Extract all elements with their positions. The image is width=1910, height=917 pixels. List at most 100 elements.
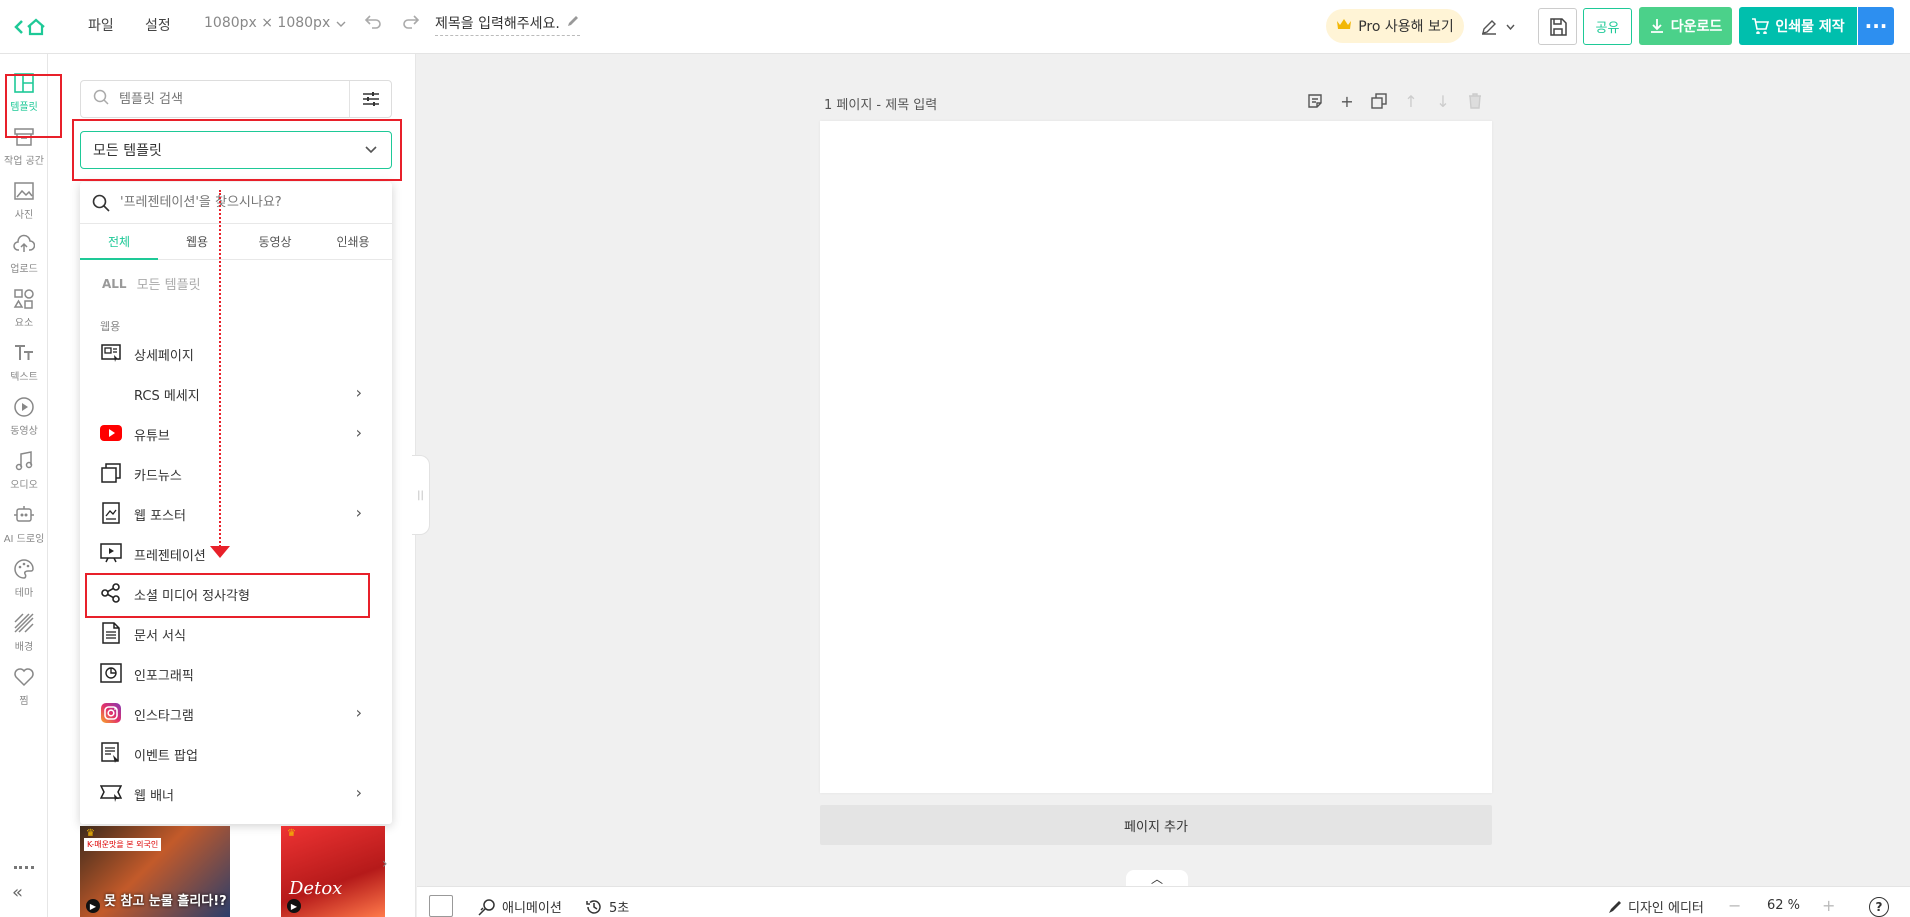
dropdown-search-input[interactable]	[118, 194, 378, 211]
zoom-out-button[interactable]: −	[1728, 896, 1741, 915]
category-presentation[interactable]: 프레젠테이션	[80, 538, 392, 568]
collapse-sidebar-button[interactable]: «	[12, 882, 23, 903]
sidebar-item-text[interactable]: 텍스트	[0, 338, 48, 396]
thumbnail-caption: 못 참고 눈물 흘리다!?	[104, 894, 227, 909]
tab-web[interactable]: 웹용	[158, 224, 236, 259]
tool-sidebar: 템플릿 작업 공간 사진 업로드 요소 텍스트 동영상 오디오 AI 드로잉 테…	[0, 54, 48, 917]
sidebar-label: 배경	[14, 642, 34, 653]
duplicate-page-icon[interactable]	[1370, 92, 1388, 110]
pro-trial-button[interactable]: Pro 사용해 보기	[1326, 9, 1464, 43]
page-title[interactable]: 1 페이지 - 제목 입력	[824, 94, 937, 113]
category-web-poster[interactable]: 웹 포스터 ›	[80, 498, 392, 528]
animation-label: 애니메이션	[502, 901, 562, 916]
add-page-icon[interactable]: +	[1338, 92, 1356, 111]
annotation-arrow-head	[210, 546, 230, 558]
category-social-media-square[interactable]: 소셜 미디어 정사각형	[80, 578, 392, 608]
sidebar-item-templates[interactable]: 템플릿	[0, 68, 48, 126]
share-button[interactable]: 공유	[1583, 8, 1632, 45]
category-web-banner[interactable]: 웹 배너 ›	[80, 778, 392, 808]
zoom-level[interactable]: 62 %	[1767, 898, 1800, 913]
move-page-down-icon[interactable]: ↓	[1434, 92, 1452, 111]
template-icon	[14, 73, 34, 93]
sidebar-item-theme[interactable]: 테마	[0, 554, 48, 612]
category-document[interactable]: 문서 서식	[80, 618, 392, 648]
sidebar-label: 테마	[14, 588, 34, 599]
annotation-arrow-line	[219, 190, 221, 550]
web-poster-icon	[100, 502, 122, 524]
sidebar-item-audio[interactable]: 오디오	[0, 446, 48, 504]
audio-icon	[15, 451, 33, 471]
document-title[interactable]: 제목을 입력해주세요.	[435, 13, 580, 36]
sidebar-label: 오디오	[10, 480, 38, 491]
template-category-select[interactable]: 모든 템플릿	[80, 131, 392, 169]
design-canvas[interactable]	[820, 121, 1492, 793]
download-button[interactable]: 다운로드	[1639, 7, 1732, 45]
sidebar-item-workspace[interactable]: 작업 공간	[0, 122, 48, 180]
sidebar-item-upload[interactable]: 업로드	[0, 230, 48, 288]
chevron-up-icon[interactable]: ︿	[1126, 870, 1188, 887]
tab-print[interactable]: 인쇄용	[314, 224, 392, 259]
ai-drawing-icon	[14, 506, 34, 522]
menu-file[interactable]: 파일	[88, 15, 114, 35]
all-templates-option[interactable]: ALL 모든 템플릿	[102, 274, 201, 294]
add-page-button[interactable]: 페이지 추가	[820, 805, 1492, 845]
all-tag: ALL	[102, 276, 127, 291]
cart-icon	[1752, 18, 1770, 34]
background-icon	[14, 613, 34, 633]
design-editor-toggle[interactable]: 디자인 에디터	[1608, 897, 1704, 916]
category-event-popup[interactable]: 이벤트 팝업	[80, 738, 392, 768]
filter-sliders-icon	[362, 92, 379, 106]
page-thumbnail-toggle[interactable]	[429, 895, 453, 917]
canvas-size-dropdown[interactable]: 1080px × 1080px	[204, 15, 346, 31]
zoom-in-button[interactable]: +	[1822, 896, 1835, 915]
animation-button[interactable]: 애니메이션	[478, 897, 562, 916]
sidebar-item-ai-drawing[interactable]: AI 드로잉	[0, 500, 48, 558]
tab-all[interactable]: 전체	[80, 224, 158, 260]
category-label: 웹 배너	[134, 789, 175, 804]
category-rcs-message[interactable]: RCS 메세지 ›	[80, 378, 392, 408]
redo-button[interactable]	[402, 14, 420, 30]
sidebar-item-background[interactable]: 배경	[0, 608, 48, 666]
chevron-left-icon	[14, 19, 24, 35]
tab-video[interactable]: 동영상	[236, 224, 314, 259]
template-search	[80, 80, 392, 118]
category-instagram[interactable]: 인스타그램 ›	[80, 698, 392, 728]
sidebar-item-photos[interactable]: 사진	[0, 176, 48, 234]
category-detail-page[interactable]: 상세페이지	[80, 338, 392, 368]
template-thumbnail[interactable]: ♛ K-매운맛을 본 외국인 못 참고 눈물 흘리다!? ▶	[80, 826, 230, 917]
detail-page-icon	[100, 342, 122, 364]
chevron-right-icon: ›	[355, 383, 362, 402]
redo-icon	[403, 15, 420, 29]
help-button[interactable]: ?	[1869, 897, 1889, 917]
category-card-news[interactable]: 카드뉴스	[80, 458, 392, 488]
sidebar-label: 템플릿	[10, 102, 38, 113]
sidebar-item-video[interactable]: 동영상	[0, 392, 48, 450]
menu-settings[interactable]: 설정	[145, 15, 171, 35]
pen-tool-dropdown[interactable]	[1480, 14, 1515, 40]
chevron-right-icon[interactable]: ›	[382, 856, 388, 872]
template-thumbnail[interactable]: ♛ Detox ▶	[281, 826, 385, 917]
move-page-up-icon[interactable]: ↑	[1402, 92, 1420, 111]
template-search-input[interactable]	[117, 90, 337, 108]
dropdown-tabs: 전체 웹용 동영상 인쇄용	[80, 224, 392, 260]
panel-resize-handle[interactable]: ||	[412, 455, 430, 535]
sidebar-item-favorites[interactable]: 찜	[0, 662, 48, 720]
duration-button[interactable]: 5초	[585, 897, 629, 916]
history-clock-icon	[586, 899, 601, 914]
save-icon	[1549, 17, 1567, 36]
delete-page-icon[interactable]	[1466, 92, 1484, 110]
back-home-button[interactable]	[14, 14, 46, 40]
undo-button[interactable]	[364, 14, 382, 30]
category-infographic[interactable]: 인포그래픽	[80, 658, 392, 688]
more-options-button[interactable]: ···	[1858, 7, 1894, 45]
canvas-size-label: 1080px × 1080px	[204, 15, 331, 31]
save-button[interactable]	[1538, 8, 1577, 45]
sidebar-label: 사진	[14, 210, 34, 221]
more-tools-icon[interactable]	[14, 866, 34, 872]
filter-button[interactable]	[349, 81, 391, 117]
heart-icon	[14, 668, 34, 687]
category-youtube[interactable]: 유튜브 ›	[80, 418, 392, 448]
sidebar-item-elements[interactable]: 요소	[0, 284, 48, 342]
print-order-button[interactable]: 인쇄물 제작	[1739, 7, 1857, 45]
page-note-icon[interactable]	[1306, 92, 1324, 110]
